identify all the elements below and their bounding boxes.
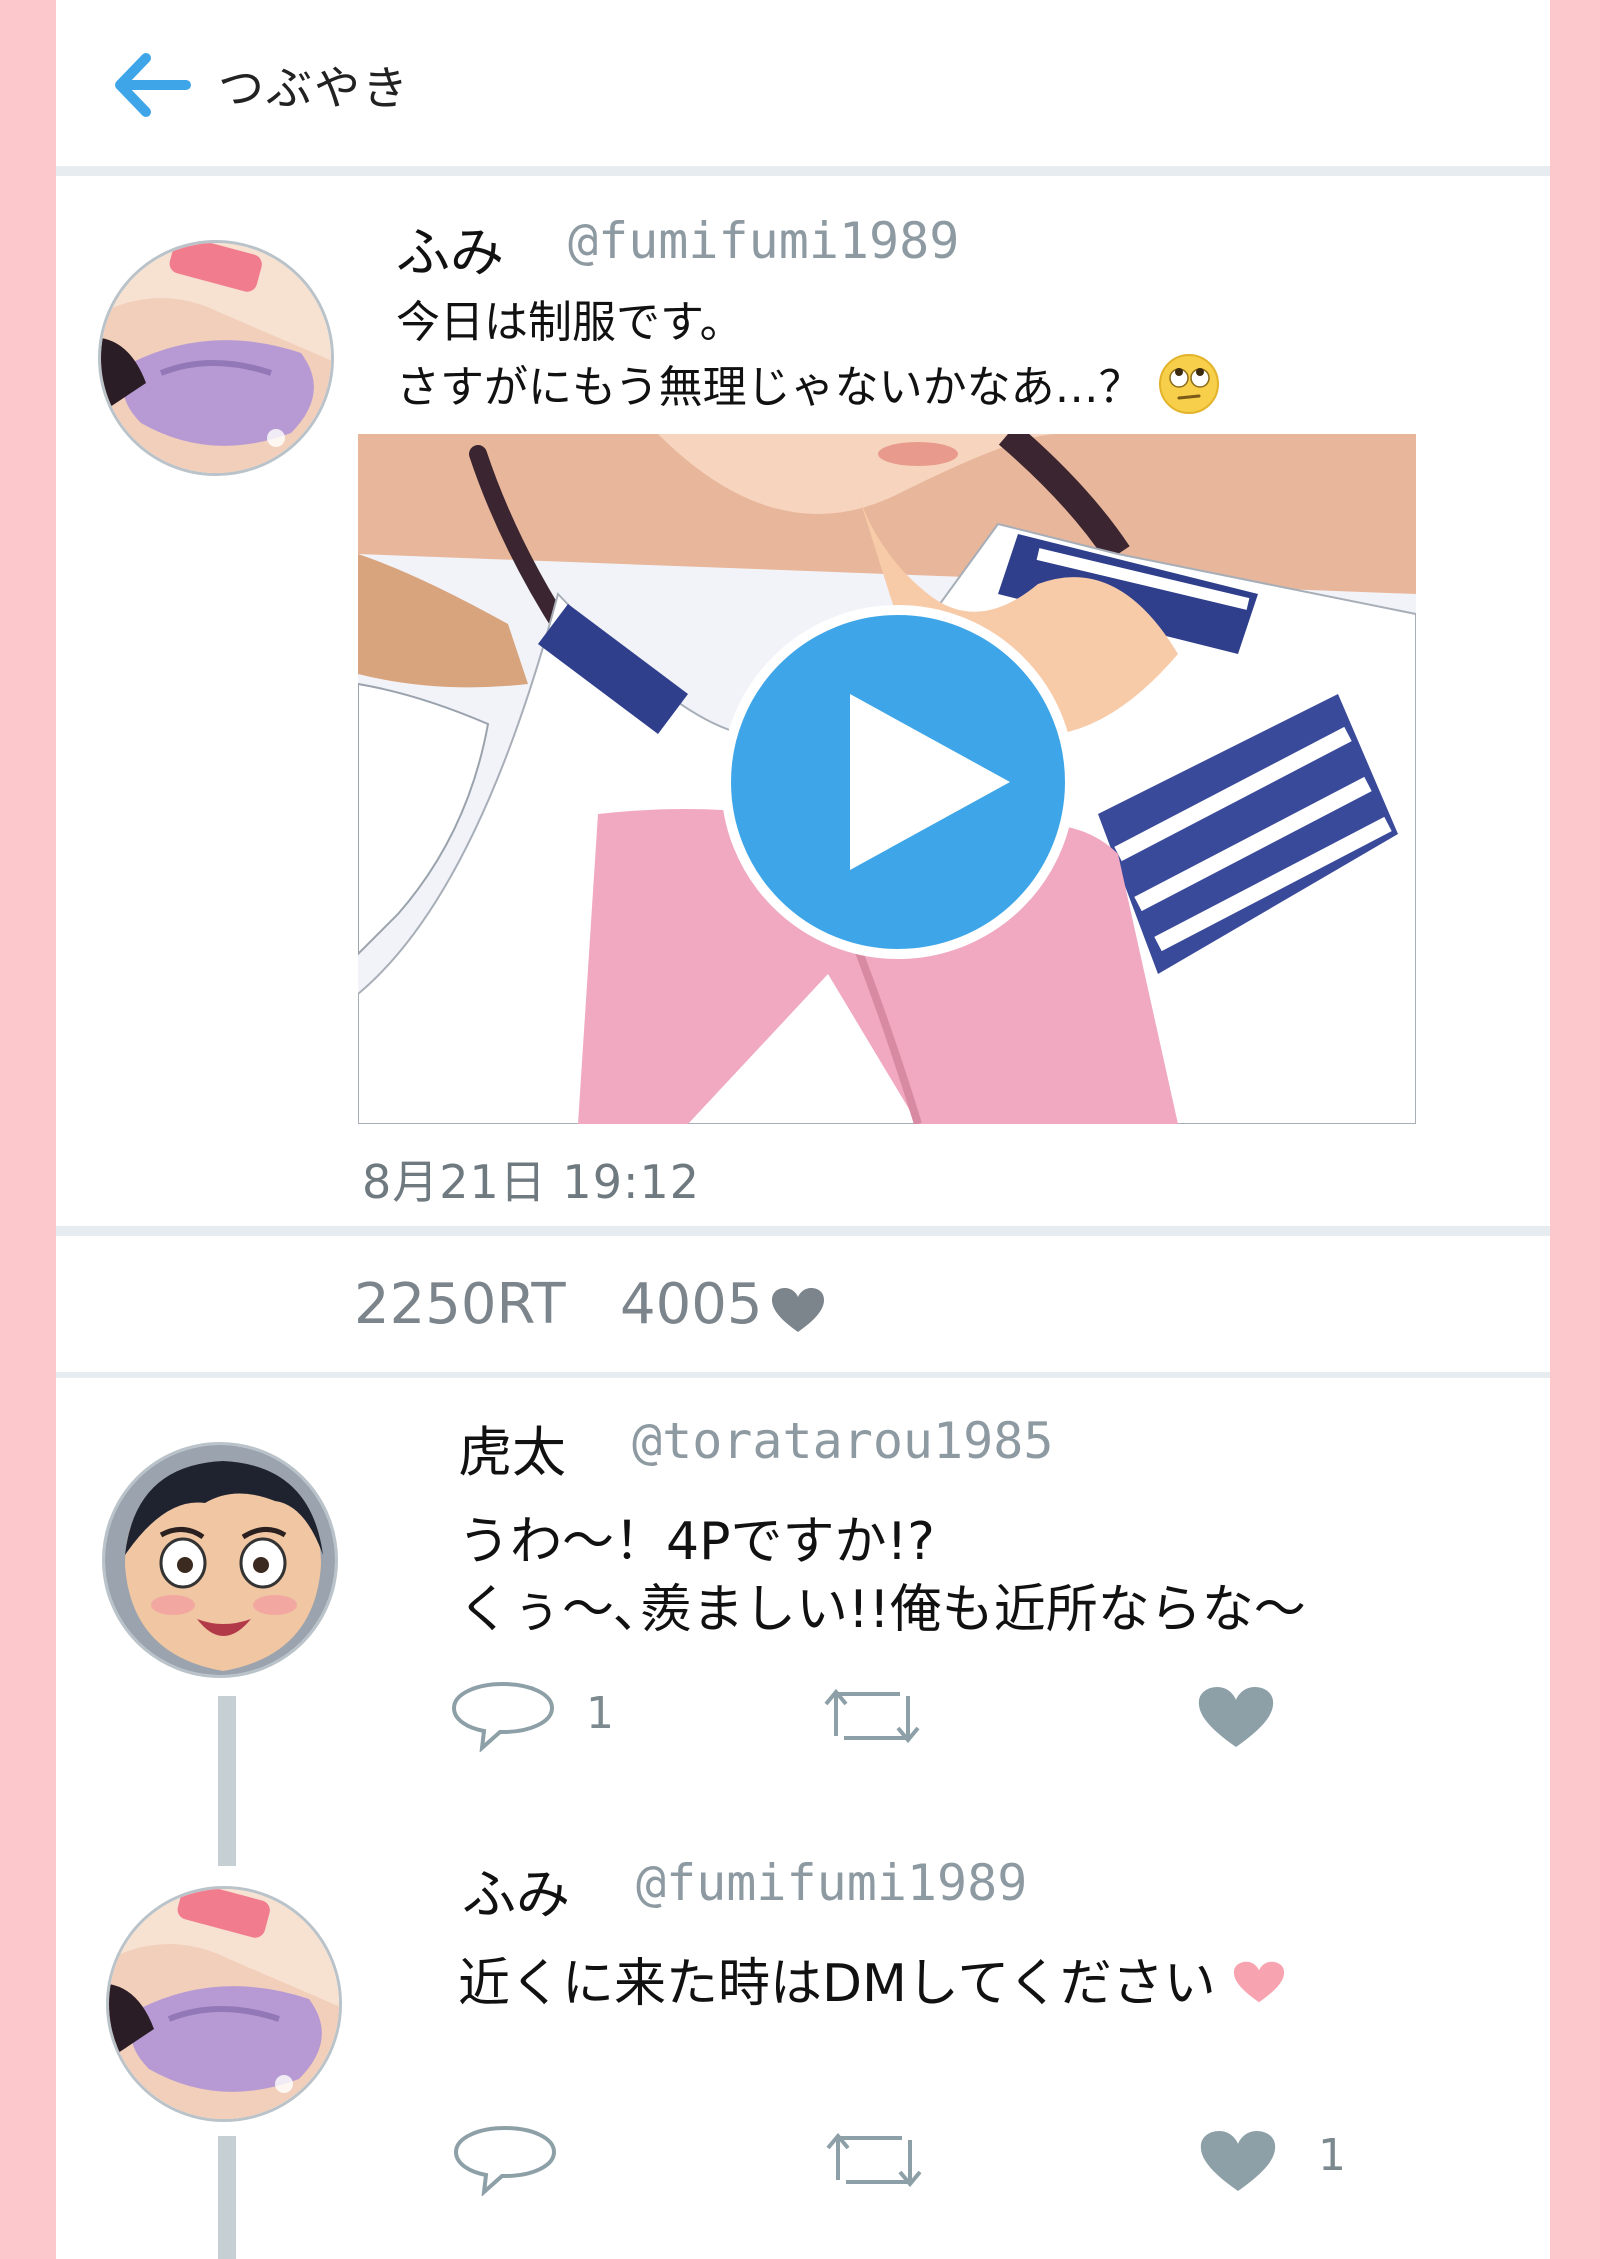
heart-icon xyxy=(772,1288,824,1332)
reply-text-line-2: くぅ～､羨ましい!!俺も近所ならな～ xyxy=(458,1580,1306,1640)
reply-author-handle[interactable]: @fumifumi1989 xyxy=(636,1854,1027,1912)
avatar[interactable] xyxy=(102,1442,338,1678)
retweet-icon xyxy=(826,2132,922,2188)
reply-author-name[interactable]: 虎太 xyxy=(458,1408,566,1487)
avatar[interactable] xyxy=(98,240,334,476)
heart-icon xyxy=(1200,2131,1276,2191)
like-button[interactable] xyxy=(1196,1684,1276,1754)
tweet-video[interactable] xyxy=(358,434,1416,1124)
retweet-icon xyxy=(824,1688,920,1744)
retweet-button[interactable] xyxy=(824,2128,924,2196)
app-screen: つぶやき ふみ @fumifumi1989 今日は制服です。 さすがにもう無理じ… xyxy=(56,0,1550,2259)
like-count: 1 xyxy=(1318,2130,1346,2181)
divider xyxy=(56,1372,1550,1378)
reply-button[interactable] xyxy=(450,2124,560,2200)
play-icon xyxy=(721,605,1075,959)
thread-line xyxy=(218,1696,236,1866)
reply-icon xyxy=(453,2125,557,2197)
reply-author-handle[interactable]: @toratarou1985 xyxy=(632,1412,1053,1470)
retweet-count[interactable]: 2250RT xyxy=(354,1272,566,1337)
tweet-timestamp: 8月21日 19:12 xyxy=(362,1155,700,1209)
back-arrow-icon xyxy=(115,53,191,117)
back-button[interactable] xyxy=(112,50,192,120)
tweet-text-line-1: 今日は制服です。 xyxy=(396,297,744,348)
reply-count: 1 xyxy=(586,1688,614,1739)
like-count[interactable]: 4005 xyxy=(620,1272,763,1337)
tweet-author-name[interactable]: ふみ xyxy=(396,208,504,287)
tweet-author-handle[interactable]: @fumifumi1989 xyxy=(568,212,959,270)
reply-button[interactable] xyxy=(448,1680,558,1756)
page-title: つぶやき xyxy=(218,61,410,115)
reply-icon xyxy=(451,1681,555,1753)
avatar[interactable] xyxy=(106,1886,342,2122)
retweet-button[interactable] xyxy=(822,1684,922,1752)
thread-line xyxy=(218,2136,236,2259)
heart-icon xyxy=(1234,1961,1285,2003)
divider xyxy=(56,166,1550,176)
reply-text-line-1: うわ～！4Pですか!? xyxy=(458,1512,935,1572)
like-button[interactable] xyxy=(1198,2128,1278,2198)
reply-author-name[interactable]: ふみ xyxy=(462,1850,570,1929)
eye-roll-emoji-icon xyxy=(1158,354,1219,414)
header-bar: つぶやき xyxy=(56,0,1550,168)
tweet-text-line-2: さすがにもう無理じゃないかなあ…？ xyxy=(396,352,1221,417)
play-button[interactable] xyxy=(720,604,1076,960)
divider xyxy=(56,1226,1550,1236)
reply-text-line-1: 近くに来た時はDMしてください xyxy=(458,1950,1286,2018)
heart-icon xyxy=(1198,1687,1274,1747)
